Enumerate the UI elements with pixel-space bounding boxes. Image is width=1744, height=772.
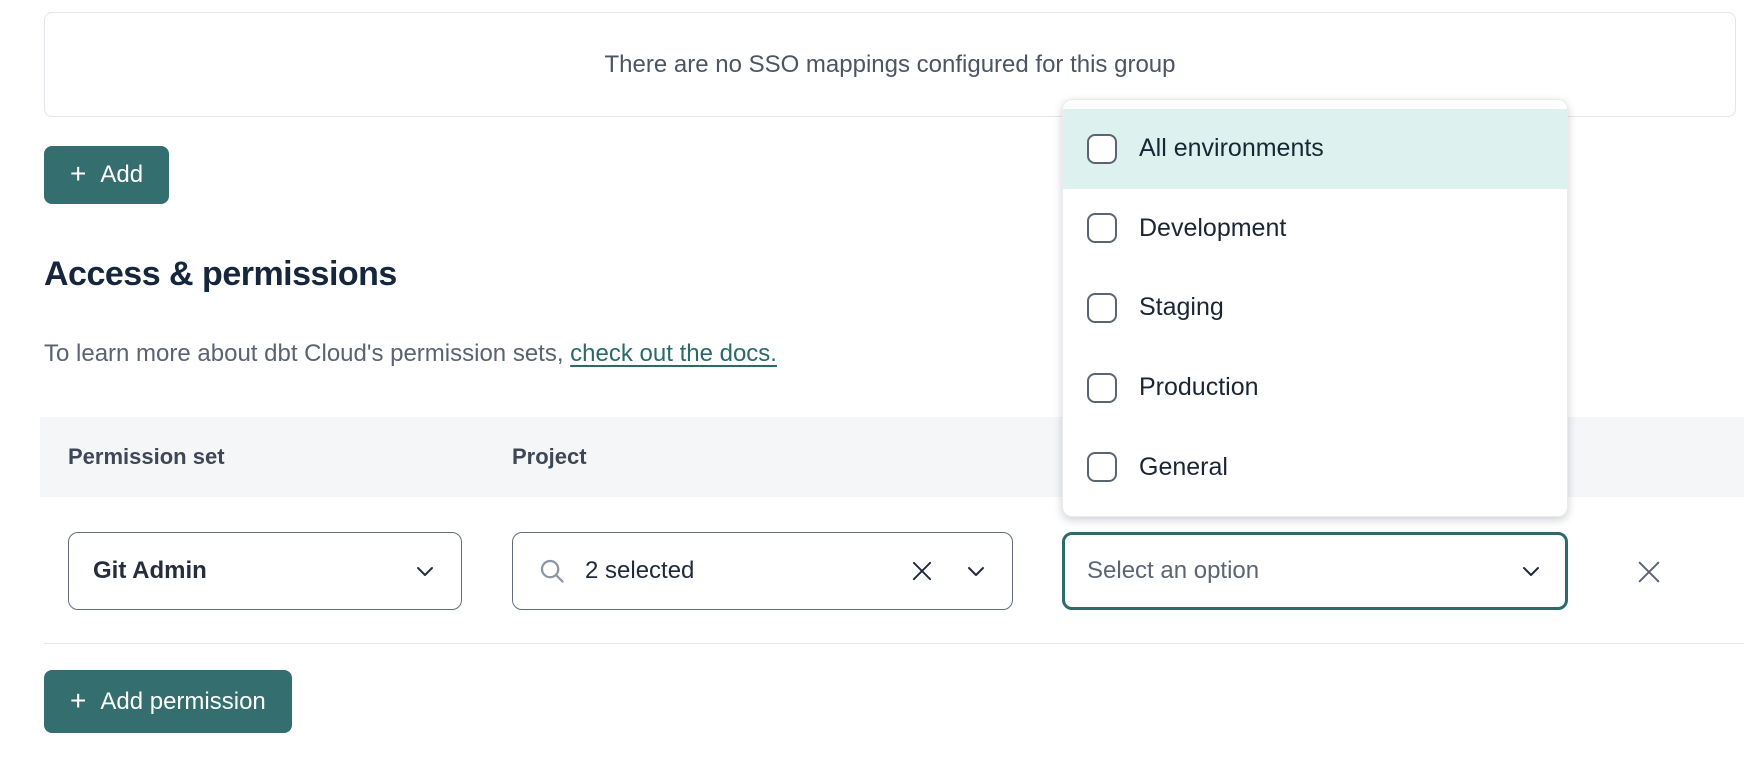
dropdown-option-label: Production — [1139, 373, 1259, 402]
add-button-label: Add — [100, 161, 143, 189]
x-icon — [1633, 556, 1665, 588]
description-text: To learn more about dbt Cloud's permissi… — [44, 340, 570, 367]
dropdown-option-label: Staging — [1139, 293, 1224, 322]
environment-select[interactable]: Select an option — [1062, 532, 1568, 610]
dropdown-option-production[interactable]: Production — [1063, 348, 1567, 428]
dropdown-option-staging[interactable]: Staging — [1063, 268, 1567, 348]
checkbox-unchecked[interactable] — [1087, 134, 1117, 164]
checkbox-unchecked[interactable] — [1087, 293, 1117, 323]
remove-permission-row-button[interactable] — [1630, 553, 1668, 591]
permission-set-select[interactable]: Git Admin — [68, 532, 462, 610]
project-multiselect[interactable]: 2 selected — [512, 532, 1013, 610]
add-permission-label: Add permission — [100, 688, 265, 716]
column-header-project: Project — [512, 417, 587, 497]
dropdown-option-general[interactable]: General — [1063, 427, 1567, 507]
chevron-down-icon — [1519, 559, 1543, 583]
clear-selection-icon[interactable] — [908, 557, 936, 585]
checkbox-unchecked[interactable] — [1087, 373, 1117, 403]
dropdown-option-label: All environments — [1139, 134, 1324, 163]
add-sso-mapping-button[interactable]: + Add — [44, 146, 169, 204]
search-icon — [537, 556, 567, 586]
checkbox-unchecked[interactable] — [1087, 452, 1117, 482]
access-permissions-description: To learn more about dbt Cloud's permissi… — [44, 340, 777, 368]
plus-icon: + — [70, 160, 86, 188]
plus-icon: + — [70, 687, 86, 715]
chevron-down-icon — [964, 559, 988, 583]
add-permission-button[interactable]: + Add permission — [44, 670, 292, 733]
project-selected-value: 2 selected — [585, 557, 908, 585]
dropdown-option-label: Development — [1139, 214, 1286, 243]
sso-empty-message: There are no SSO mappings configured for… — [605, 51, 1176, 79]
dropdown-option-development[interactable]: Development — [1063, 189, 1567, 269]
checkbox-unchecked[interactable] — [1087, 213, 1117, 243]
dropdown-option-label: General — [1139, 453, 1228, 482]
docs-link[interactable]: check out the docs. — [570, 340, 777, 367]
permission-set-value: Git Admin — [93, 557, 413, 585]
environment-placeholder: Select an option — [1087, 557, 1519, 585]
environment-dropdown-panel: All environments Development Staging Pro… — [1062, 99, 1568, 517]
access-permissions-title: Access & permissions — [44, 255, 397, 294]
column-header-permission-set: Permission set — [68, 417, 225, 497]
row-divider — [44, 643, 1744, 644]
chevron-down-icon — [413, 559, 437, 583]
dropdown-option-all-environments[interactable]: All environments — [1063, 109, 1567, 189]
